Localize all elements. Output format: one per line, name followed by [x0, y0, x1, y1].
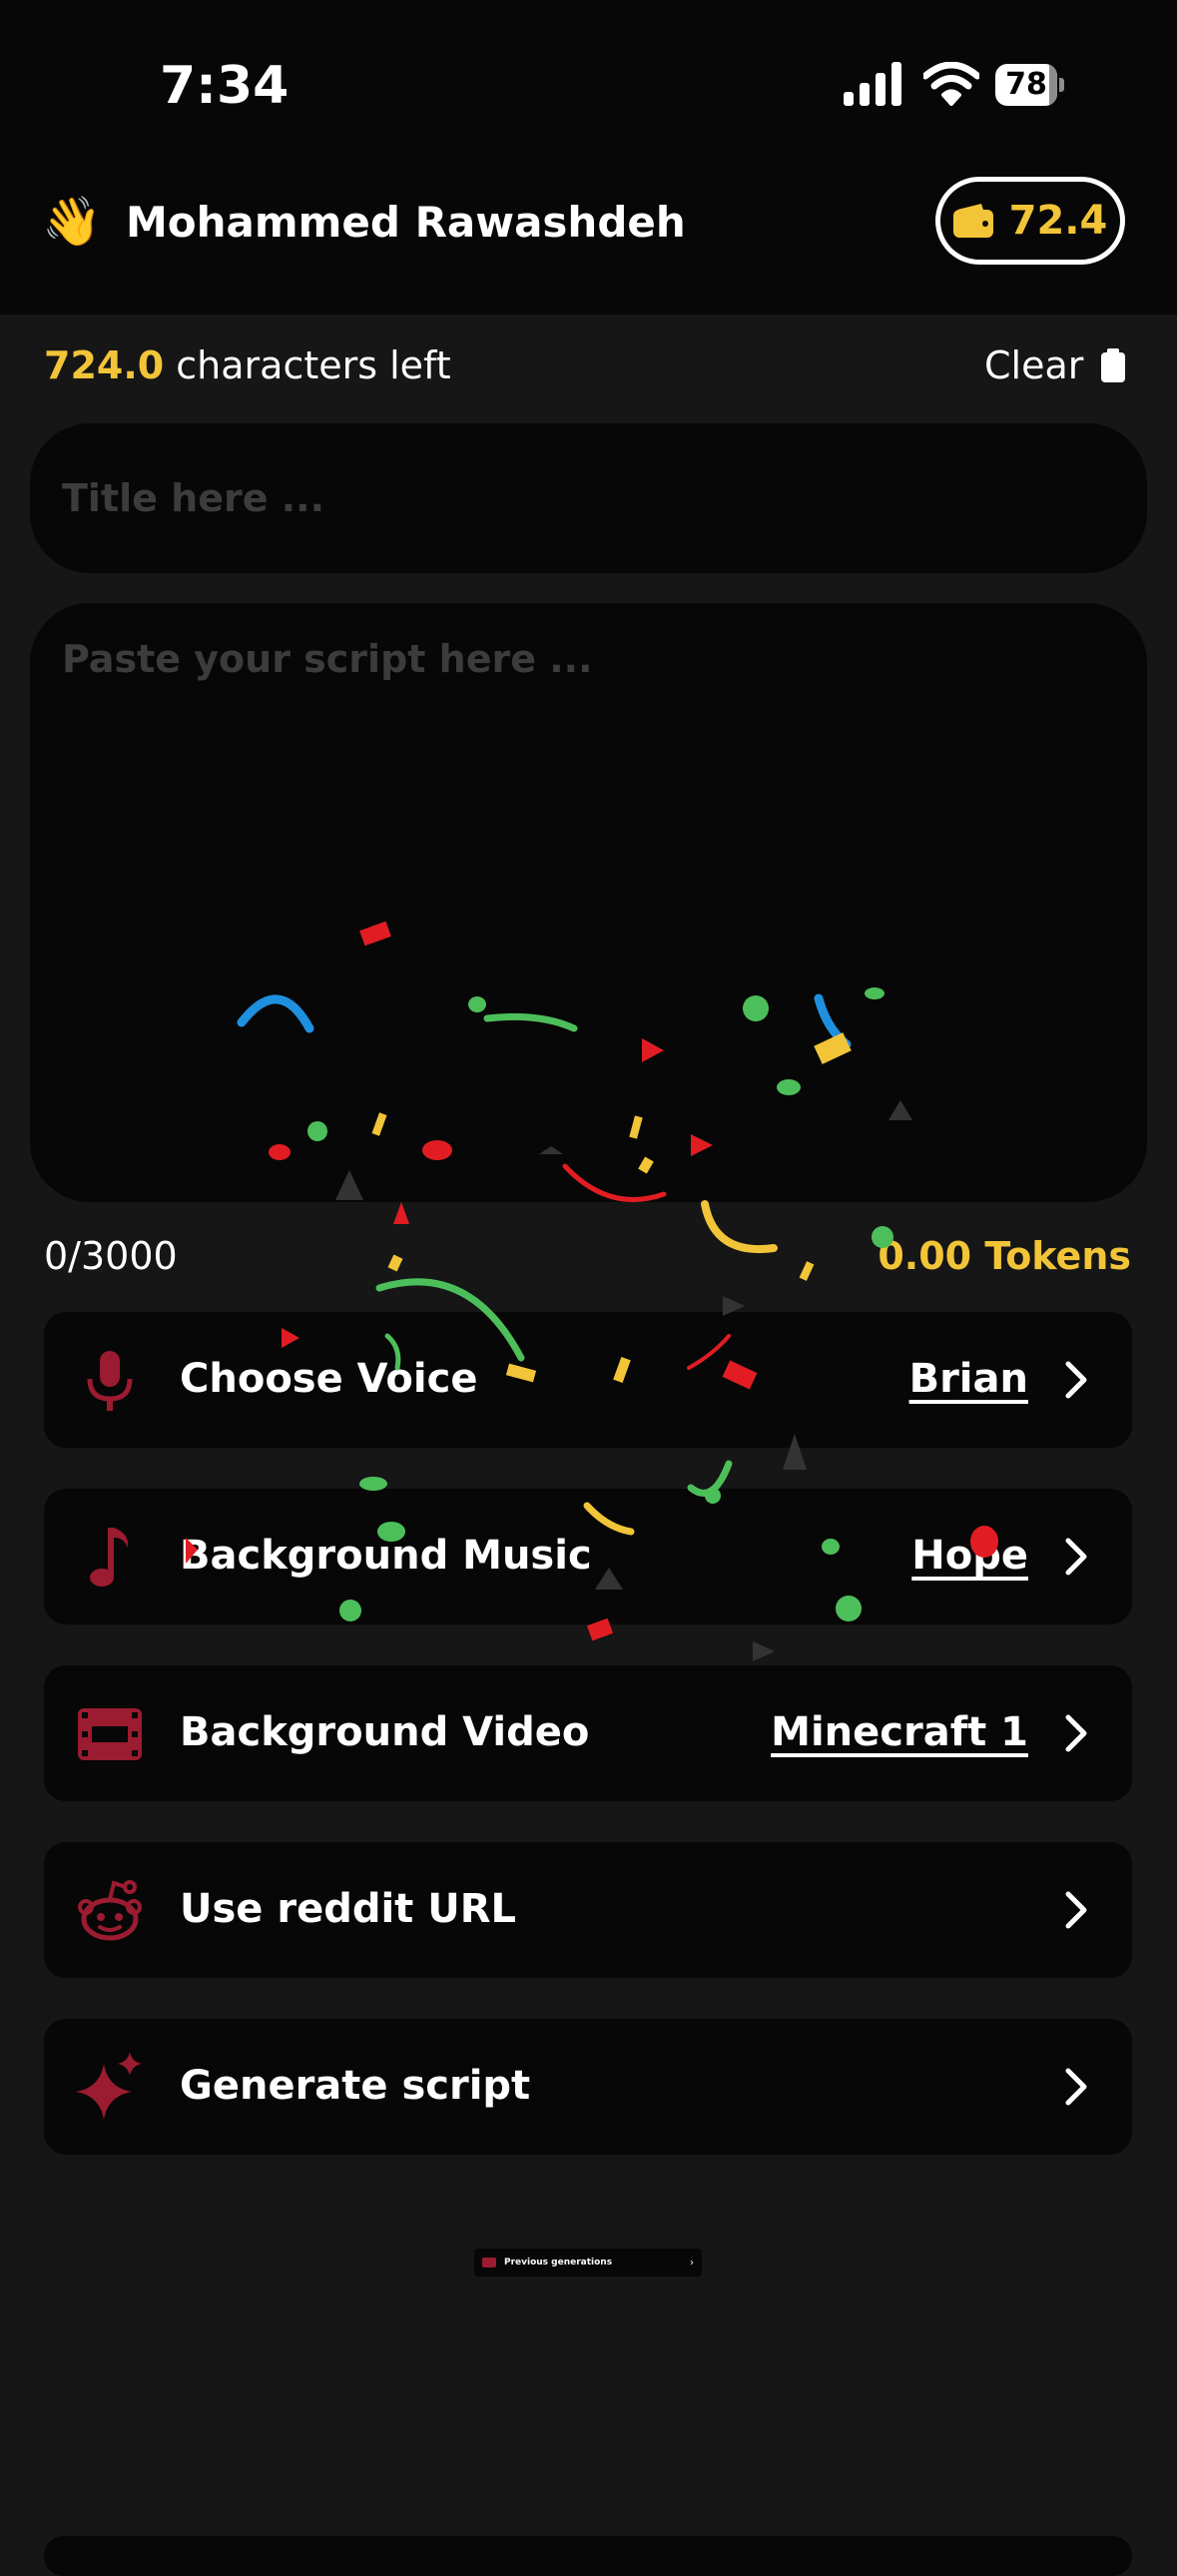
- microphone-icon: [87, 1351, 133, 1411]
- characters-left: 724.0 characters left: [44, 343, 451, 387]
- user-name: Mohammed Rawashdeh: [126, 198, 686, 247]
- battery-indicator: 78: [995, 64, 1065, 106]
- previous-generations-label: Previous generations: [504, 2257, 613, 2267]
- background-video-row[interactable]: Background Video Minecraft 1: [44, 1665, 1132, 1801]
- wallet-balance: 72.4: [1008, 198, 1108, 244]
- clipboard-icon: [1101, 348, 1126, 382]
- wifi-icon: [923, 62, 979, 106]
- characters-left-label: characters left: [164, 343, 451, 387]
- chevron-right-icon: [1065, 1361, 1087, 1399]
- background-music-row[interactable]: Background Music Hope: [44, 1489, 1132, 1624]
- generate-script-label: Generate script: [180, 2063, 531, 2109]
- chevron-right-icon: [1065, 1714, 1087, 1752]
- chevron-right-icon: [1065, 2068, 1087, 2106]
- music-note-icon: [90, 1528, 129, 1587]
- film-icon: [482, 2257, 496, 2267]
- tokens-count: 0.00 Tokens: [878, 1234, 1131, 1278]
- waving-hand-icon: 👋: [42, 194, 102, 250]
- reddit-url-row[interactable]: Use reddit URL: [44, 1842, 1132, 1978]
- background-video-value[interactable]: Minecraft 1: [771, 1709, 1028, 1755]
- choose-voice-value[interactable]: Brian: [909, 1356, 1028, 1402]
- status-time: 7:34: [160, 56, 290, 116]
- chevron-right-icon: [1065, 1891, 1087, 1929]
- clear-button[interactable]: Clear: [984, 343, 1126, 387]
- bottom-action-bar[interactable]: [44, 2536, 1132, 2576]
- previous-generations-button[interactable]: Previous generations ›: [474, 2249, 702, 2276]
- clear-label: Clear: [984, 343, 1084, 387]
- sparkle-icon: [76, 2052, 142, 2120]
- cellular-signal-icon: [844, 62, 901, 106]
- battery-level-text: 78: [1005, 67, 1047, 102]
- choose-voice-row[interactable]: Choose Voice Brian: [44, 1312, 1132, 1448]
- choose-voice-label: Choose Voice: [180, 1356, 478, 1402]
- script-input[interactable]: [30, 603, 1147, 1202]
- characters-left-count: 724.0: [44, 343, 165, 387]
- background-music-value[interactable]: Hope: [911, 1533, 1028, 1579]
- wallet-balance-button[interactable]: 72.4: [935, 177, 1125, 265]
- wallet-icon: [952, 204, 993, 238]
- chevron-right-icon: [1065, 1538, 1087, 1576]
- background-music-label: Background Music: [180, 1533, 592, 1579]
- character-counter: 0/3000: [44, 1234, 178, 1278]
- reddit-url-label: Use reddit URL: [180, 1886, 516, 1932]
- chevron-right-icon: ›: [690, 2256, 694, 2268]
- top-bar: [0, 0, 1177, 315]
- title-input[interactable]: [30, 423, 1147, 573]
- generate-script-row[interactable]: Generate script: [44, 2019, 1132, 2155]
- background-video-label: Background Video: [180, 1709, 590, 1755]
- reddit-icon: [78, 1880, 142, 1941]
- film-icon: [78, 1708, 142, 1760]
